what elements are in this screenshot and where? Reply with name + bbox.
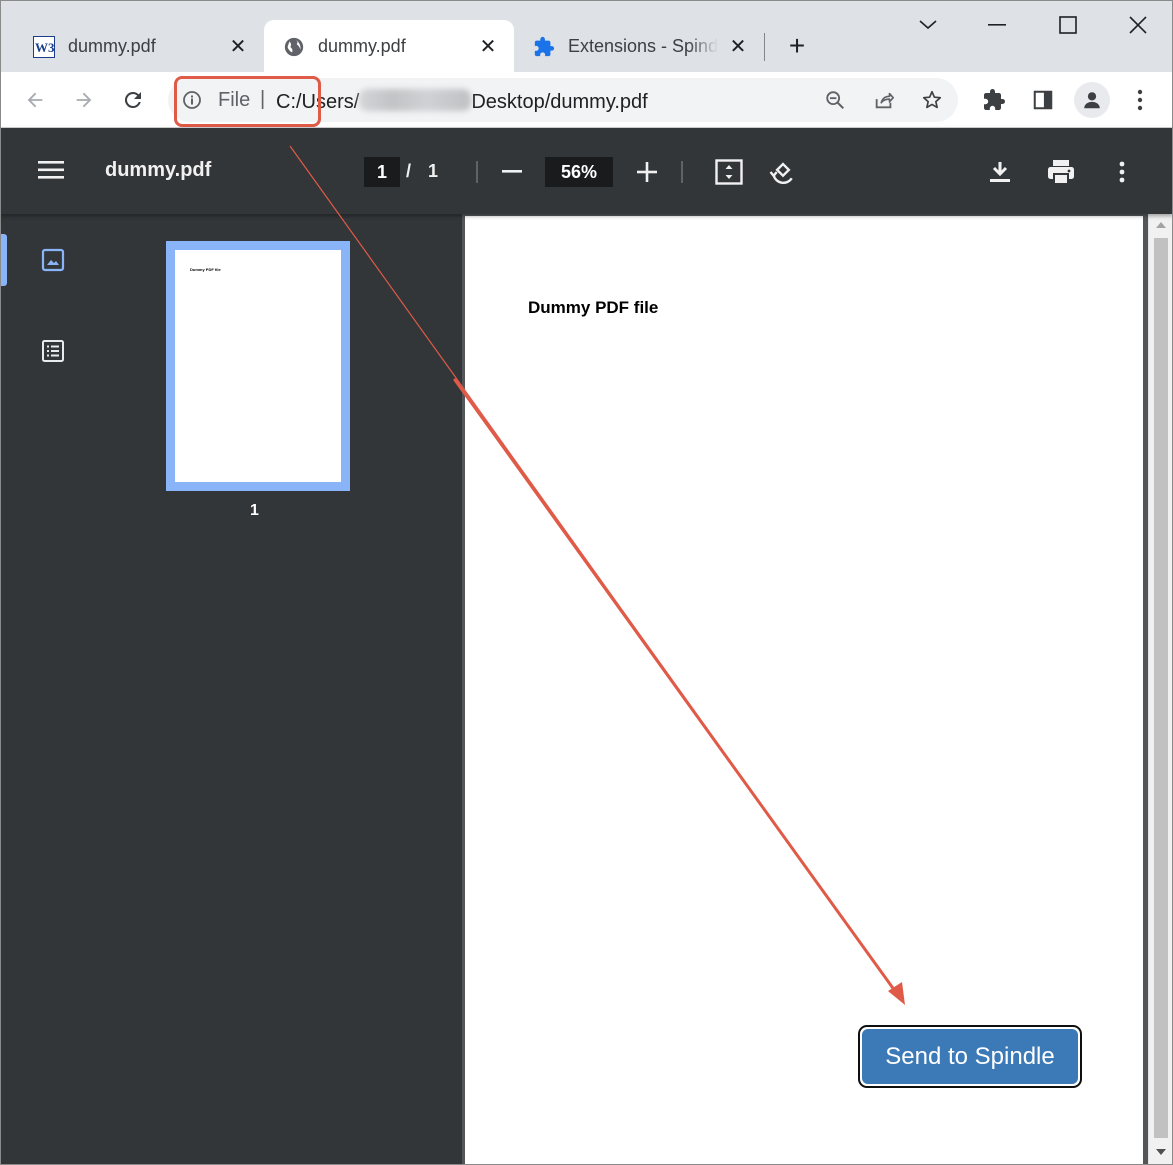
document-viewport: Dummy PDF file — [462, 214, 1173, 1165]
tab-extensions-spindle[interactable]: Extensions - Spindle ✕ — [518, 20, 756, 73]
svg-text:W3: W3 — [35, 40, 55, 55]
toolbar-divider — [681, 161, 683, 183]
active-view-indicator — [1, 234, 7, 286]
reload-icon[interactable] — [119, 86, 147, 114]
url-path-suffix: Desktop/dummy.pdf — [471, 91, 648, 113]
document-heading: Dummy PDF file — [528, 298, 659, 317]
side-panel-icon[interactable] — [1029, 86, 1057, 114]
thumbnail-page: Dummy PDF file — [175, 250, 341, 482]
annotation-highlight-rectangle — [174, 76, 321, 127]
tab-title: dummy.pdf — [318, 36, 406, 56]
toolbar-divider — [476, 161, 478, 183]
rotate-icon[interactable] — [767, 156, 799, 188]
extension-puzzle-icon — [532, 35, 556, 59]
page-number-input[interactable]: 1 — [364, 157, 400, 187]
back-icon[interactable] — [21, 86, 49, 114]
scroll-up-icon[interactable] — [1156, 222, 1166, 228]
thumbnail-view-icon[interactable] — [38, 245, 68, 275]
profile-avatar-icon[interactable] — [1074, 82, 1110, 118]
minimize-icon[interactable] — [977, 7, 1017, 43]
zoom-level-input[interactable]: 56% — [545, 157, 613, 187]
pdf-page: Dummy PDF file — [465, 216, 1143, 1165]
download-icon[interactable] — [984, 156, 1016, 188]
outline-view-icon[interactable] — [38, 336, 68, 366]
bookmark-star-icon[interactable] — [919, 87, 945, 113]
tab-w3schools-dummy-pdf[interactable]: W3 dummy.pdf ✕ — [20, 20, 260, 73]
pdf-viewer-toolbar: dummy.pdf 1 / 1 56% — [0, 128, 1173, 214]
pdf-sidebar: Dummy PDF file 1 — [0, 214, 462, 1165]
new-tab-button[interactable]: + — [782, 30, 812, 61]
tab-active-dummy-pdf[interactable]: dummy.pdf ✕ — [264, 20, 514, 73]
thumbnail-page-number: 1 — [250, 502, 259, 519]
globe-icon — [282, 35, 306, 59]
forward-icon[interactable] — [70, 86, 98, 114]
zoom-icon[interactable] — [822, 87, 848, 113]
w3schools-icon: W3 — [32, 35, 56, 59]
page-total: 1 — [428, 161, 439, 181]
scroll-down-icon[interactable] — [1156, 1149, 1166, 1155]
fit-to-page-icon[interactable] — [713, 156, 745, 188]
maximize-icon[interactable] — [1048, 7, 1088, 43]
tab-close-icon[interactable]: ✕ — [726, 34, 750, 58]
tab-search-icon[interactable] — [908, 7, 948, 43]
share-icon[interactable] — [871, 87, 897, 113]
thumbnail-text: Dummy PDF file — [190, 267, 221, 272]
close-icon[interactable] — [1118, 7, 1158, 43]
send-to-spindle-button[interactable]: Send to Spindle — [858, 1025, 1082, 1088]
more-options-icon[interactable] — [1106, 156, 1138, 188]
tab-close-icon[interactable]: ✕ — [226, 34, 250, 58]
page-thumbnail[interactable]: Dummy PDF file — [166, 241, 350, 491]
tab-title: dummy.pdf — [68, 36, 156, 56]
zoom-out-icon[interactable] — [500, 158, 524, 186]
zoom-in-icon[interactable] — [634, 158, 660, 186]
pdf-title: dummy.pdf — [105, 159, 212, 181]
tab-strip: W3 dummy.pdf ✕ dummy.pdf ✕ Extensions - … — [0, 0, 1173, 73]
vertical-scrollbar[interactable] — [1148, 214, 1173, 1165]
url-path: C:/Users/Desktop/dummy.pdf — [276, 89, 648, 114]
tab-close-icon[interactable]: ✕ — [476, 34, 500, 58]
tab-separator — [764, 33, 765, 61]
extensions-icon[interactable] — [980, 86, 1008, 114]
print-icon[interactable] — [1045, 156, 1077, 188]
redacted-username — [359, 89, 472, 111]
send-to-spindle-label: Send to Spindle — [862, 1029, 1078, 1084]
page-slash: / — [406, 161, 412, 181]
scrollbar-thumb[interactable] — [1154, 238, 1168, 1138]
tab-title: Extensions - Spindle — [568, 36, 718, 56]
menu-icon[interactable] — [1126, 86, 1154, 114]
hamburger-menu-icon[interactable] — [38, 159, 68, 183]
